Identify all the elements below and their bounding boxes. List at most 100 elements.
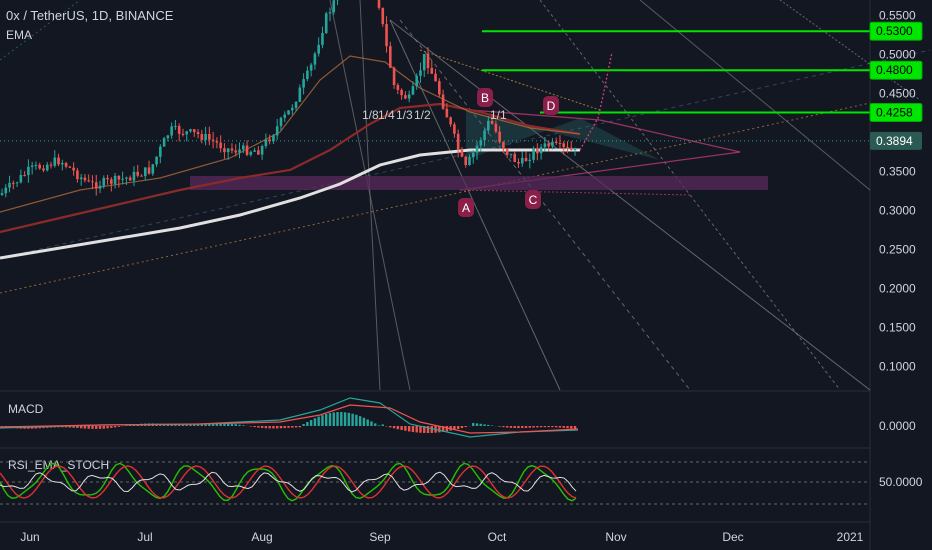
macd-bar xyxy=(554,426,558,428)
macd-bar xyxy=(276,426,279,429)
svg-text:D: D xyxy=(547,99,556,113)
price-label-level: 0.4258 xyxy=(869,102,923,122)
macd-bar xyxy=(230,423,234,426)
macd-bar xyxy=(106,426,109,429)
trading-chart[interactable]: 1/8 1/4 1/3 1/2 1/1 A B C D MACD RSI_EMA_STOCH 0.5… xyxy=(0,0,932,550)
macd-bar xyxy=(343,412,347,426)
macd-bar xyxy=(117,426,121,427)
macd-bar xyxy=(570,426,573,429)
macd-bar xyxy=(340,412,343,426)
pattern-point-b[interactable]: B xyxy=(477,88,493,107)
candle xyxy=(287,110,290,115)
svg-text:B: B xyxy=(481,91,489,105)
price-label-level: 0.4800 xyxy=(869,60,923,80)
macd-bar xyxy=(91,426,94,429)
y-tick-label: 0.4500 xyxy=(879,87,916,101)
macd-bar xyxy=(279,426,283,429)
macd-bar xyxy=(253,426,256,428)
macd-label: MACD xyxy=(8,402,44,416)
macd-bar xyxy=(498,426,501,427)
macd-bar xyxy=(358,416,362,426)
macd-bar xyxy=(400,426,403,431)
x-tick-label: Jul xyxy=(137,530,152,544)
macd-bar xyxy=(472,423,475,426)
macd-bar xyxy=(483,424,486,426)
x-tick-label: Dec xyxy=(722,530,743,544)
x-tick-label: Oct xyxy=(488,530,507,544)
macd-bar xyxy=(113,426,117,428)
macd-bar xyxy=(551,426,554,428)
macd-bar xyxy=(370,421,373,426)
macd-bar xyxy=(460,426,464,429)
svg-text:0.4258: 0.4258 xyxy=(876,105,913,119)
candle xyxy=(162,136,166,147)
macd-bar xyxy=(475,423,479,426)
macd-bar xyxy=(260,426,264,428)
y-tick-label: 0.5500 xyxy=(879,9,916,23)
price-label-level: 0.5300 xyxy=(869,21,923,41)
macd-bar xyxy=(524,426,528,428)
y-tick-label: 0.2000 xyxy=(879,282,916,296)
macd-bar xyxy=(238,424,241,426)
macd-bar xyxy=(407,426,411,432)
macd-bar xyxy=(487,424,490,426)
macd-bar xyxy=(517,426,520,429)
macd-bar xyxy=(283,426,286,429)
macd-bar xyxy=(102,426,105,429)
macd-bar xyxy=(573,426,577,429)
macd-bar xyxy=(536,426,539,428)
macd-bar xyxy=(411,426,415,433)
macd-bar xyxy=(313,418,317,426)
svg-text:0.5300: 0.5300 xyxy=(876,24,913,38)
macd-tick: 0.0000 xyxy=(879,419,916,433)
fib-label: 1/1 xyxy=(490,108,507,122)
x-tick-label: 2021 xyxy=(837,530,864,544)
svg-text:C: C xyxy=(529,193,538,207)
macd-bar xyxy=(362,417,366,426)
y-tick-label: 0.3000 xyxy=(879,204,916,218)
y-tick-label: 0.1500 xyxy=(879,321,916,335)
macd-bar xyxy=(87,426,90,429)
macd-bar xyxy=(317,416,320,426)
pattern-point-d[interactable]: D xyxy=(543,96,559,115)
macd-bar xyxy=(272,426,275,429)
macd-bar xyxy=(309,420,313,426)
macd-bar xyxy=(325,414,328,426)
macd-bar xyxy=(396,426,400,430)
macd-bar xyxy=(332,412,335,426)
candle xyxy=(324,11,328,35)
macd-bar xyxy=(392,426,396,429)
macd-bar xyxy=(521,426,524,429)
pattern-point-a[interactable]: A xyxy=(458,198,474,217)
macd-bar xyxy=(110,426,113,428)
macd-bar xyxy=(355,414,358,426)
x-tick-label: Jun xyxy=(20,530,39,544)
fib-label: 1/8 xyxy=(362,108,379,122)
macd-bar xyxy=(294,426,298,428)
stoch-label: RSI_EMA_STOCH xyxy=(8,458,109,472)
macd-bar xyxy=(543,426,547,428)
svg-text:0.4800: 0.4800 xyxy=(876,63,913,77)
macd-bar xyxy=(528,426,531,428)
macd-bar xyxy=(321,415,324,426)
pattern-point-c[interactable]: C xyxy=(525,190,541,209)
macd-bar xyxy=(456,426,460,429)
macd-bar xyxy=(513,426,516,429)
y-tick-label: 0.3500 xyxy=(879,165,916,179)
macd-bar xyxy=(502,426,505,428)
macd-bar xyxy=(381,424,384,426)
macd-bar xyxy=(562,426,565,428)
macd-bar xyxy=(479,423,482,426)
macd-bar xyxy=(234,424,237,426)
price-label-current: 0.3894 xyxy=(870,131,922,150)
macd-bar xyxy=(547,426,550,428)
macd-bar xyxy=(95,426,98,429)
macd-bar xyxy=(509,426,513,428)
macd-bar xyxy=(374,423,377,426)
fib-label: 1/2 xyxy=(414,108,431,122)
macd-bar xyxy=(366,419,369,426)
macd-bar xyxy=(287,426,290,428)
macd-bar xyxy=(242,425,245,426)
macd-bar xyxy=(302,424,305,426)
macd-bar xyxy=(257,426,260,428)
